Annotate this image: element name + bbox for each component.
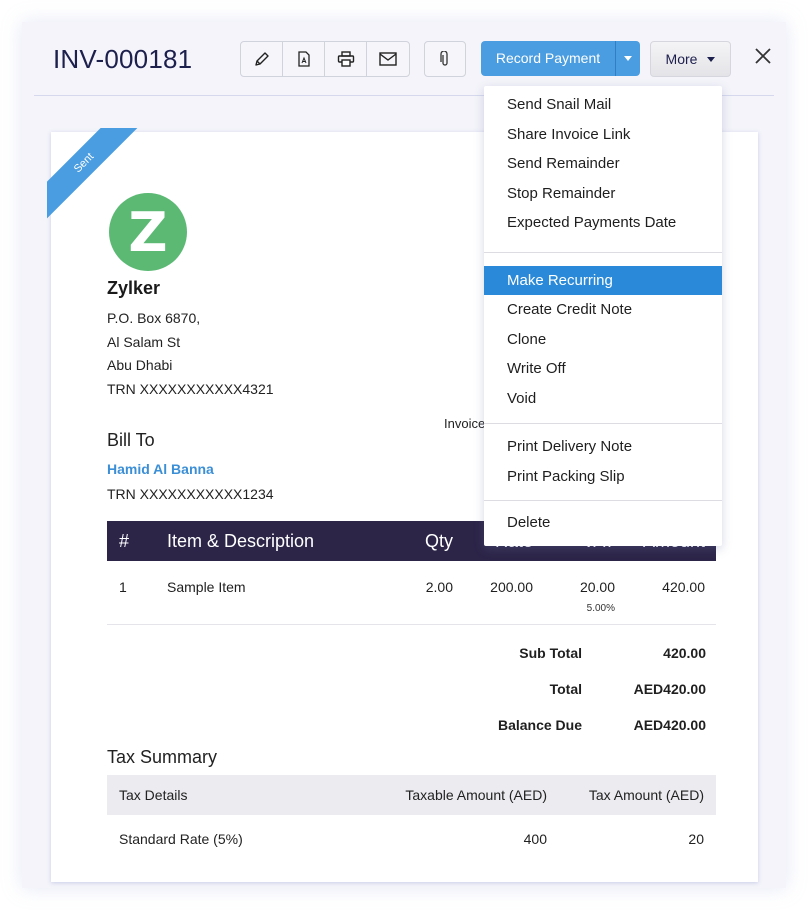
item-amount: 420.00 — [662, 579, 705, 595]
address-line: Abu Dhabi — [107, 357, 173, 373]
menu-item-create-credit-note[interactable]: Create Credit Note — [484, 295, 722, 325]
company-trn: TRN XXXXXXXXXXX4321 — [107, 380, 274, 397]
tax-summary-header: Tax Details Taxable Amount (AED) Tax Amo… — [107, 775, 716, 815]
company-address-block: Zylker P.O. Box 6870, Al Salam St Abu Dh… — [107, 278, 274, 401]
pdf-icon — [297, 51, 310, 67]
table-row: 1 Sample Item 2.00 200.00 20.00 5.00% 42… — [107, 561, 716, 625]
more-button[interactable]: More — [650, 41, 731, 77]
menu-item-make-recurring[interactable]: Make Recurring — [484, 265, 722, 295]
menu-item-delete[interactable]: Delete — [484, 508, 722, 538]
item-number: 1 — [119, 579, 127, 595]
col-tax-details: Tax Details — [119, 787, 188, 803]
totals-block: Sub Total 420.00 Total AED420.00 Balance… — [431, 635, 716, 743]
col-item-description: Item & Description — [167, 530, 315, 551]
taxable-amount: 400 — [523, 831, 547, 847]
caret-down-icon — [707, 56, 716, 62]
paperclip-icon — [440, 51, 448, 66]
pdf-button[interactable] — [283, 42, 325, 76]
tax-amount: 20 — [688, 831, 704, 847]
record-payment-button[interactable]: Record Payment — [481, 41, 640, 76]
printer-icon — [337, 51, 354, 67]
record-payment-label[interactable]: Record Payment — [481, 41, 615, 76]
company-logo: Z — [109, 193, 187, 271]
balance-due-label: Balance Due — [497, 717, 582, 733]
tax-details: Standard Rate (5%) — [119, 831, 243, 847]
envelope-icon — [379, 52, 397, 66]
customer-name-link[interactable]: Hamid Al Banna — [107, 461, 214, 477]
caret-down-icon — [624, 56, 632, 61]
edit-button[interactable] — [241, 42, 283, 76]
close-button[interactable] — [752, 47, 774, 69]
item-name: Sample Item — [167, 579, 246, 595]
item-qty: 2.00 — [425, 579, 453, 595]
menu-item-clone[interactable]: Clone — [484, 325, 722, 355]
col-tax-amount: Tax Amount (AED) — [588, 787, 704, 803]
total-row: Total AED420.00 — [431, 671, 716, 707]
menu-item-print-packing-slip[interactable]: Print Packing Slip — [484, 462, 722, 492]
subtotal-row: Sub Total 420.00 — [431, 635, 716, 671]
more-dropdown-menu: Send Snail Mail Share Invoice Link Send … — [484, 86, 722, 546]
menu-item-void[interactable]: Void — [484, 384, 722, 414]
attach-button[interactable] — [424, 41, 466, 77]
invoice-header: INV-000181 Record Payment More — [34, 22, 774, 96]
subtotal-value: 420.00 — [663, 645, 706, 661]
menu-item-print-delivery-note[interactable]: Print Delivery Note — [484, 432, 722, 462]
balance-due-value: AED420.00 — [633, 717, 706, 733]
balance-due-row: Balance Due AED420.00 — [431, 707, 716, 743]
item-vat-amount: 20.00 — [579, 579, 615, 595]
print-button[interactable] — [325, 42, 367, 76]
menu-item-expected-payments-date[interactable]: Expected Payments Date — [484, 208, 722, 238]
customer-trn: TRN XXXXXXXXXXX1234 — [107, 486, 274, 502]
menu-item-send-snail-mail[interactable]: Send Snail Mail — [484, 90, 722, 120]
col-taxable-amount: Taxable Amount (AED) — [405, 787, 547, 803]
address-line: P.O. Box 6870, — [107, 310, 201, 326]
subtotal-label: Sub Total — [519, 645, 582, 661]
toolbar-icon-group — [240, 41, 410, 77]
tax-summary-table: Tax Details Taxable Amount (AED) Tax Amo… — [107, 775, 716, 863]
tax-summary-title: Tax Summary — [107, 747, 218, 767]
invoice-number-title: INV-000181 — [53, 44, 193, 74]
invoice-date-label-partial: Invoice — [444, 416, 486, 431]
menu-item-share-invoice-link[interactable]: Share Invoice Link — [484, 120, 722, 150]
item-vat-percent: 5.00% — [586, 603, 615, 614]
menu-item-stop-remainder[interactable]: Stop Remainder — [484, 179, 722, 209]
item-rate: 200.00 — [490, 579, 533, 595]
address-line: Al Salam St — [107, 333, 181, 350]
menu-item-write-off[interactable]: Write Off — [484, 354, 722, 384]
more-label: More — [665, 51, 698, 67]
record-payment-dropdown-toggle[interactable] — [615, 41, 640, 76]
company-name: Zylker — [107, 278, 161, 298]
pencil-icon — [254, 52, 269, 66]
table-row: Standard Rate (5%) 400 20 — [107, 815, 716, 863]
item-vat: 20.00 5.00% — [533, 579, 615, 624]
total-value: AED420.00 — [633, 681, 706, 697]
col-number: # — [119, 530, 130, 551]
menu-item-send-remainder[interactable]: Send Remainder — [484, 149, 722, 179]
email-button[interactable] — [367, 42, 409, 76]
close-icon — [755, 48, 771, 64]
total-label: Total — [549, 681, 582, 697]
bill-to-label: Bill To — [107, 430, 155, 450]
col-qty: Qty — [424, 530, 453, 551]
